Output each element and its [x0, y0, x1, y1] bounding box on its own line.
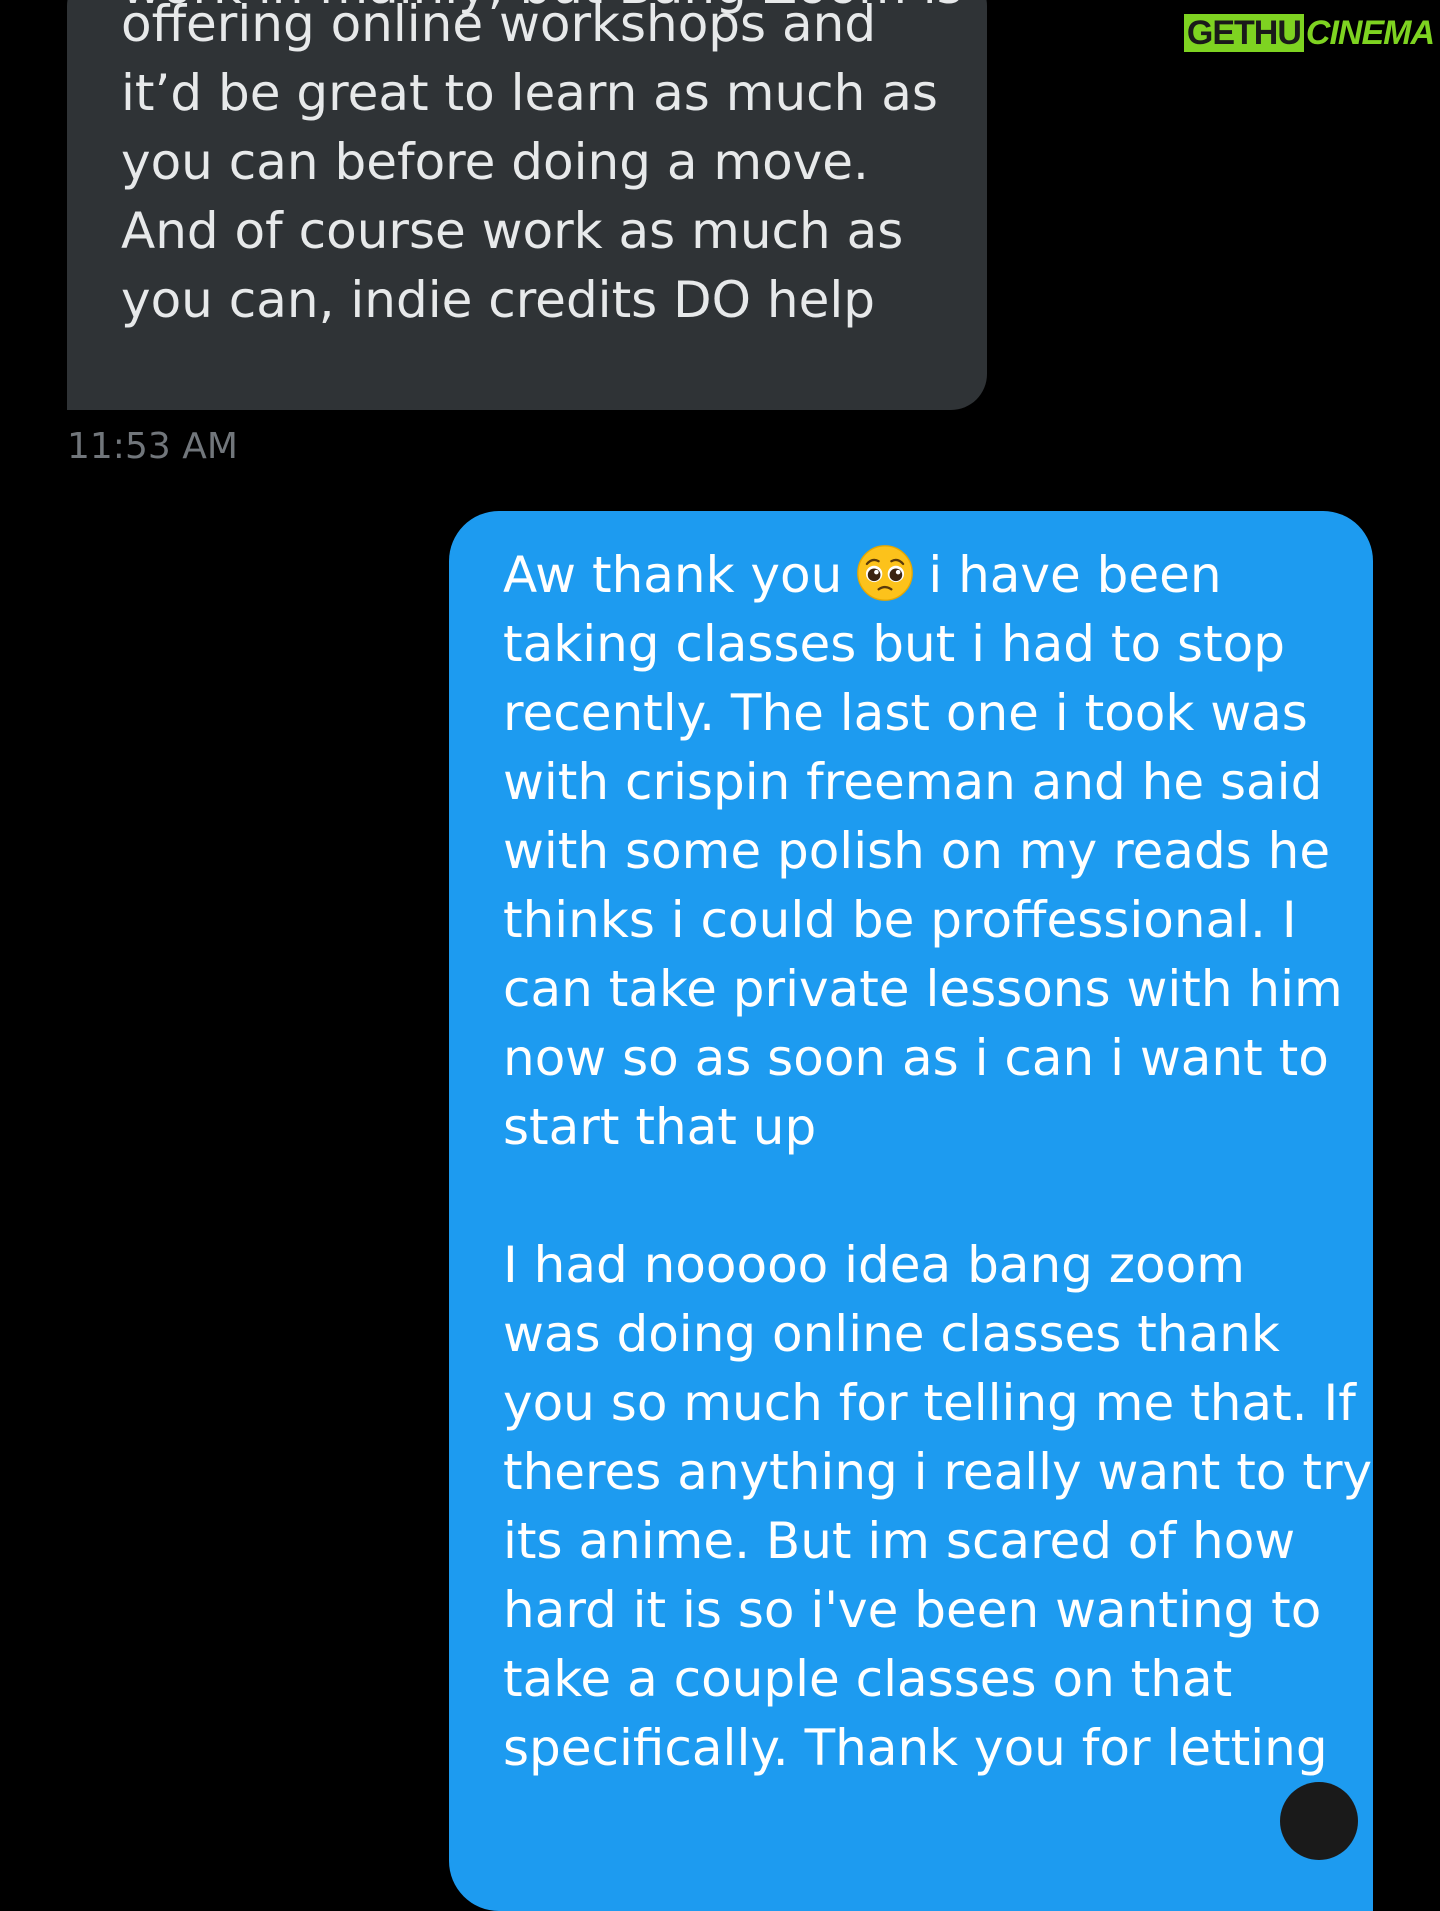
- sent-message-line: take a couple classes on that: [503, 1650, 1233, 1708]
- scroll-to-bottom-button[interactable]: [1280, 1782, 1358, 1860]
- sent-message-text: Aw thank you i have been taking classes …: [503, 541, 1373, 1783]
- sent-message-line: I had nooooo idea bang zoom: [503, 1236, 1245, 1294]
- sent-message-line: recently. The last one i took was: [503, 684, 1308, 742]
- received-message-line: you can, indie credits DO help: [121, 271, 875, 329]
- received-message-text: offering online workshops and it’d be gr…: [121, 0, 938, 335]
- sent-message-line: theres anything i really want to try: [503, 1443, 1373, 1501]
- received-message-line: work in mainly, but Bang Zoom is: [121, 0, 963, 21]
- sent-message-bubble[interactable]: Aw thank you i have been taking classes …: [449, 511, 1373, 1911]
- received-message-line: And of course work as much as: [121, 202, 904, 260]
- sent-message-line: now so as soon as i can i want to: [503, 1029, 1329, 1087]
- sent-message-line: was doing online classes thank: [503, 1305, 1280, 1363]
- sent-message-line: specifically. Thank you for letting: [503, 1719, 1328, 1777]
- sent-message-line: with some polish on my reads he: [503, 822, 1331, 880]
- sent-message-fragment: Aw thank you: [503, 546, 843, 604]
- watermark-logo: GETHU CINEMA: [1183, 12, 1435, 54]
- sent-message-line: thinks i could be proffessional. I: [503, 891, 1297, 949]
- sent-message-line: can take private lessons with him: [503, 960, 1343, 1018]
- paragraph-break: [503, 1162, 1333, 1231]
- sent-message-line: hard it is so i've been wanting to: [503, 1581, 1322, 1639]
- received-message-line: it’d be great to learn as much as: [121, 64, 938, 122]
- sent-message-line: taking classes but i had to stop: [503, 615, 1285, 673]
- sent-message-line: with crispin freeman and he said: [503, 753, 1323, 811]
- sent-message-line: start that up: [503, 1098, 817, 1156]
- sent-message-fragment: i have been: [928, 546, 1222, 604]
- pleading-face-emoji-icon: [857, 545, 914, 601]
- sent-message-line: you so much for telling me that. If: [503, 1374, 1356, 1432]
- received-message-bubble[interactable]: work in mainly, but Bang Zoom is offerin…: [67, 0, 987, 410]
- watermark-part-2: CINEMA: [1305, 14, 1435, 52]
- sent-message-line: its anime. But im scared of how: [503, 1512, 1296, 1570]
- received-message-line: you can before doing a move.: [121, 133, 869, 191]
- message-timestamp: 11:53 AM: [67, 426, 238, 467]
- watermark-part-1: GETHU: [1183, 14, 1304, 52]
- sent-message-line: Aw thank you i have been: [503, 541, 1333, 610]
